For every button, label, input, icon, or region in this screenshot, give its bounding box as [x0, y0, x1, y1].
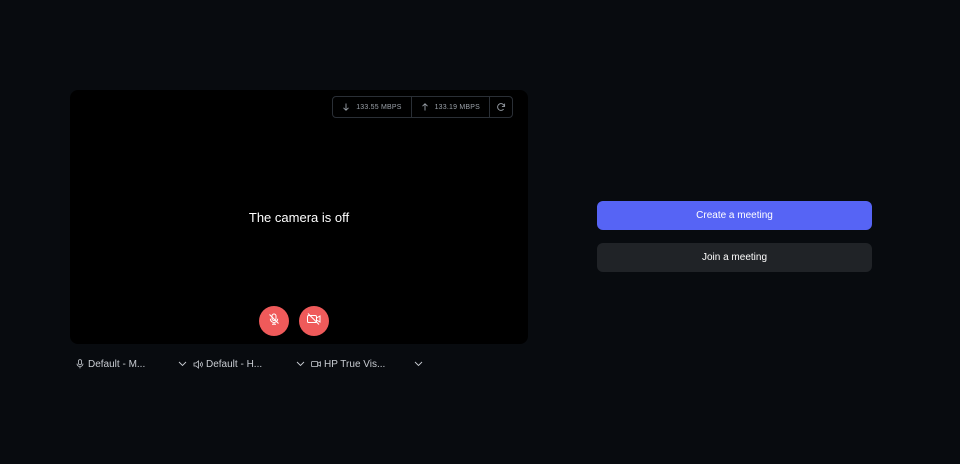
toggle-microphone-button[interactable]	[259, 306, 289, 336]
camera-select[interactable]: HP True Vis...	[306, 356, 424, 372]
microphone-off-icon	[267, 312, 281, 331]
camera-off-message: The camera is off	[248, 210, 350, 225]
refresh-speed-button[interactable]	[489, 97, 512, 117]
microphone-icon	[75, 359, 85, 369]
upload-speed: 133.19 MBPS	[410, 97, 489, 117]
create-meeting-button[interactable]: Create a meeting	[597, 201, 872, 230]
speaker-icon	[193, 359, 203, 369]
camera-select-label: HP True Vis...	[324, 358, 386, 370]
camera-preview: 133.55 MBPS 133.19 MBPS The camera is of…	[70, 90, 528, 344]
video-camera-icon	[311, 359, 321, 369]
upload-speed-value: 133.19 MBPS	[434, 103, 480, 111]
arrow-up-icon	[421, 103, 429, 111]
chevron-down-icon	[177, 359, 187, 369]
speaker-select-label: Default - H...	[206, 358, 263, 370]
camera-off-icon	[306, 312, 322, 331]
microphone-select[interactable]: Default - M...	[70, 356, 188, 372]
toggle-camera-button[interactable]	[299, 306, 329, 336]
speaker-select[interactable]: Default - H...	[188, 356, 306, 372]
chevron-down-icon	[295, 359, 305, 369]
join-meeting-button[interactable]: Join a meeting	[597, 243, 872, 272]
refresh-icon	[496, 102, 506, 112]
download-speed-value: 133.55 MBPS	[356, 103, 402, 111]
arrow-down-icon	[342, 103, 350, 111]
microphone-select-label: Default - M...	[88, 358, 146, 370]
network-speed-bar: 133.55 MBPS 133.19 MBPS	[332, 96, 513, 118]
device-selectors: Default - M... Default - H... HP True Vi…	[70, 356, 424, 372]
download-speed: 133.55 MBPS	[333, 97, 410, 117]
chevron-down-icon	[413, 359, 423, 369]
pre-join-screen: 133.55 MBPS 133.19 MBPS The camera is of…	[0, 0, 960, 464]
